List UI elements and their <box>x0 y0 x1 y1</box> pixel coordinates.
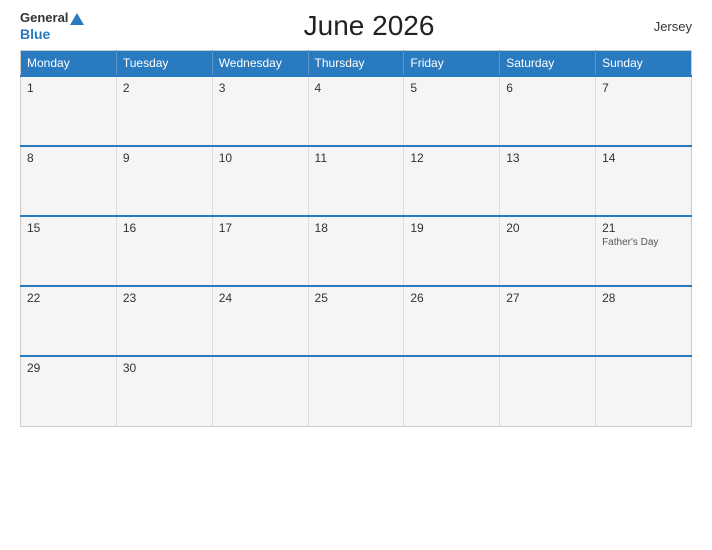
day-number: 10 <box>219 151 302 165</box>
day-number: 29 <box>27 361 110 375</box>
day-number: 8 <box>27 151 110 165</box>
week-row-3: 15 16 17 18 19 20 21 Father's Day <box>21 216 692 286</box>
weekday-header-sunday: Sunday <box>596 51 692 77</box>
week-row-5: 29 30 <box>21 356 692 426</box>
calendar-title: June 2026 <box>304 10 435 42</box>
calendar-cell <box>404 356 500 426</box>
calendar-cell: 7 <box>596 76 692 146</box>
day-number: 30 <box>123 361 206 375</box>
day-number: 15 <box>27 221 110 235</box>
calendar-cell: 15 <box>21 216 117 286</box>
day-number: 23 <box>123 291 206 305</box>
day-number: 17 <box>219 221 302 235</box>
calendar-cell: 12 <box>404 146 500 216</box>
logo-blue: Blue <box>20 26 50 43</box>
calendar-cell: 18 <box>308 216 404 286</box>
day-number: 21 <box>602 221 685 235</box>
day-number: 11 <box>315 151 398 165</box>
calendar-cell: 3 <box>212 76 308 146</box>
calendar-cell: 4 <box>308 76 404 146</box>
calendar-table: MondayTuesdayWednesdayThursdayFridaySatu… <box>20 50 692 427</box>
calendar-cell <box>308 356 404 426</box>
calendar-cell: 26 <box>404 286 500 356</box>
day-number: 4 <box>315 81 398 95</box>
day-number: 18 <box>315 221 398 235</box>
day-number: 3 <box>219 81 302 95</box>
calendar-cell: 21 Father's Day <box>596 216 692 286</box>
day-number: 24 <box>219 291 302 305</box>
calendar-cell: 11 <box>308 146 404 216</box>
day-number: 1 <box>27 81 110 95</box>
day-number: 19 <box>410 221 493 235</box>
weekday-header-monday: Monday <box>21 51 117 77</box>
calendar-cell: 22 <box>21 286 117 356</box>
calendar-cell: 19 <box>404 216 500 286</box>
calendar-cell <box>212 356 308 426</box>
weekday-header-saturday: Saturday <box>500 51 596 77</box>
day-number: 20 <box>506 221 589 235</box>
logo: General Blue <box>20 10 84 42</box>
day-number: 25 <box>315 291 398 305</box>
weekday-header-tuesday: Tuesday <box>116 51 212 77</box>
calendar-cell: 20 <box>500 216 596 286</box>
region-label: Jersey <box>654 19 692 34</box>
week-row-4: 22 23 24 25 26 27 28 <box>21 286 692 356</box>
calendar-cell <box>596 356 692 426</box>
calendar-cell: 1 <box>21 76 117 146</box>
calendar-cell: 9 <box>116 146 212 216</box>
calendar-cell: 17 <box>212 216 308 286</box>
calendar-cell: 28 <box>596 286 692 356</box>
calendar-cell: 24 <box>212 286 308 356</box>
calendar-cell: 23 <box>116 286 212 356</box>
day-number: 5 <box>410 81 493 95</box>
day-number: 27 <box>506 291 589 305</box>
weekday-header-thursday: Thursday <box>308 51 404 77</box>
day-number: 12 <box>410 151 493 165</box>
day-number: 9 <box>123 151 206 165</box>
logo-triangle-icon <box>70 13 84 25</box>
calendar-cell: 5 <box>404 76 500 146</box>
day-number: 7 <box>602 81 685 95</box>
week-row-2: 89 10 11 12 13 14 <box>21 146 692 216</box>
calendar-cell: 14 <box>596 146 692 216</box>
calendar-cell: 13 <box>500 146 596 216</box>
logo-general: General <box>20 10 84 26</box>
calendar-cell: 30 <box>116 356 212 426</box>
day-number: 26 <box>410 291 493 305</box>
day-number: 22 <box>27 291 110 305</box>
weekday-header-wednesday: Wednesday <box>212 51 308 77</box>
page-header: General Blue June 2026 Jersey <box>20 10 692 42</box>
calendar-cell: 2 <box>116 76 212 146</box>
day-number: 16 <box>123 221 206 235</box>
calendar-cell: 29 <box>21 356 117 426</box>
calendar-cell: 8 <box>21 146 117 216</box>
day-number: 2 <box>123 81 206 95</box>
calendar-cell: 6 <box>500 76 596 146</box>
day-number: 13 <box>506 151 589 165</box>
calendar-cell: 25 <box>308 286 404 356</box>
weekday-header-friday: Friday <box>404 51 500 77</box>
weekday-header-row: MondayTuesdayWednesdayThursdayFridaySatu… <box>21 51 692 77</box>
calendar-cell: 10 <box>212 146 308 216</box>
day-number: 6 <box>506 81 589 95</box>
calendar-cell <box>500 356 596 426</box>
week-row-1: 1234567 <box>21 76 692 146</box>
day-event: Father's Day <box>602 237 685 248</box>
day-number: 14 <box>602 151 685 165</box>
day-number: 28 <box>602 291 685 305</box>
calendar-cell: 27 <box>500 286 596 356</box>
calendar-cell: 16 <box>116 216 212 286</box>
